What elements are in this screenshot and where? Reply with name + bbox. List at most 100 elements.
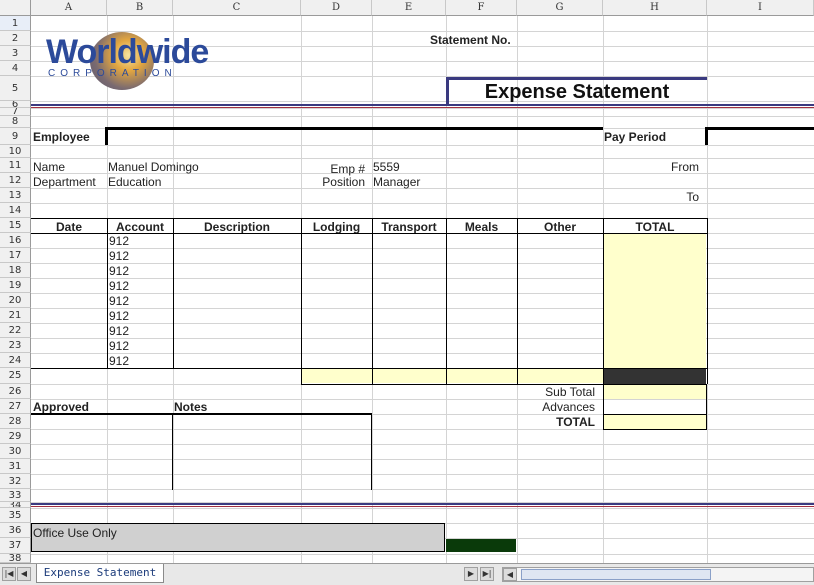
column-header-h[interactable]: H: [603, 0, 707, 16]
emp-number-value[interactable]: 5559: [373, 160, 400, 174]
column-header-f[interactable]: F: [446, 0, 517, 16]
row-header-36[interactable]: 36: [0, 523, 31, 538]
table-header-other: Other: [543, 220, 576, 234]
column-header-g[interactable]: G: [517, 0, 603, 16]
row-header-18[interactable]: 18: [0, 263, 31, 278]
last-sheet-button[interactable]: ▶|: [480, 567, 494, 581]
horizontal-scrollbar[interactable]: ◀: [502, 567, 814, 582]
column-header-b[interactable]: B: [107, 0, 173, 16]
emp-number-label: Emp #: [330, 162, 365, 176]
next-sheet-button[interactable]: ▶: [464, 567, 478, 581]
row-header-24[interactable]: 24: [0, 353, 31, 368]
office-use-green-cell[interactable]: [446, 539, 516, 552]
account-cell[interactable]: 912: [109, 294, 129, 308]
gridline-horizontal: [31, 116, 814, 117]
column-header-c[interactable]: C: [173, 0, 301, 16]
name-label: Name: [33, 160, 66, 174]
total-column-fill[interactable]: [604, 234, 706, 368]
column-subtotal-cell[interactable]: [302, 369, 372, 383]
account-cell[interactable]: 912: [109, 249, 129, 263]
prev-sheet-button[interactable]: ◀: [17, 567, 31, 581]
column-header-e[interactable]: E: [372, 0, 446, 16]
department-value[interactable]: Education: [108, 175, 161, 189]
table-column-border: [517, 218, 518, 384]
position-value[interactable]: Manager: [373, 175, 420, 189]
account-cell[interactable]: 912: [109, 234, 129, 248]
table-column-border: [603, 218, 604, 384]
row-header-11[interactable]: 11: [0, 158, 31, 173]
column-subtotal-cell[interactable]: [518, 369, 603, 383]
row-header-8[interactable]: 8: [0, 116, 31, 128]
scrollbar-thumb[interactable]: [521, 569, 711, 580]
row-header-23[interactable]: 23: [0, 338, 31, 353]
row-header-3[interactable]: 3: [0, 46, 31, 61]
subtotal-label: Sub Total: [545, 385, 595, 399]
total-label: TOTAL: [556, 415, 595, 429]
table-column-border: [301, 218, 302, 384]
company-logo: Worldwide CORPORATION: [40, 30, 209, 92]
row-header-6[interactable]: 6: [0, 101, 31, 108]
row-header-31[interactable]: 31: [0, 459, 31, 474]
account-cell[interactable]: 912: [109, 339, 129, 353]
row-header-5[interactable]: 5: [0, 76, 31, 101]
row-header-33[interactable]: 33: [0, 489, 31, 502]
select-all-corner[interactable]: [0, 0, 31, 16]
table-column-border: [707, 218, 708, 384]
row-header-30[interactable]: 30: [0, 444, 31, 459]
row-header-14[interactable]: 14: [0, 203, 31, 218]
sheet-tab-expense-statement[interactable]: Expense Statement: [36, 564, 164, 583]
column-header-i[interactable]: I: [707, 0, 814, 16]
spreadsheet-grid[interactable]: ABCDEFGHI 1 2 3 4 5 6 7 8 9 10 11 12 13 14 15 16 17 18 19 2…: [0, 0, 814, 563]
account-cell[interactable]: 912: [109, 309, 129, 323]
row-header-37[interactable]: 37: [0, 538, 31, 554]
row-header-22[interactable]: 22: [0, 323, 31, 338]
row-header-7[interactable]: 7: [0, 108, 31, 116]
row-header-21[interactable]: 21: [0, 308, 31, 323]
row-header-16[interactable]: 16: [0, 233, 31, 248]
office-use-label: Office Use Only: [33, 526, 117, 540]
column-subtotal-cell[interactable]: [447, 369, 517, 383]
row-header-2[interactable]: 2: [0, 31, 31, 46]
gridline-horizontal: [31, 158, 814, 159]
row-header-15[interactable]: 15: [0, 218, 31, 233]
first-sheet-button[interactable]: |◀: [2, 567, 16, 581]
row-header-4[interactable]: 4: [0, 61, 31, 76]
pay-period-line: [707, 127, 814, 130]
account-cell[interactable]: 912: [109, 354, 129, 368]
employee-label: Employee: [33, 130, 90, 144]
row-header-25[interactable]: 25: [0, 368, 31, 384]
scroll-left-icon[interactable]: ◀: [503, 568, 517, 581]
column-header-a[interactable]: A: [31, 0, 107, 16]
column-subtotal-cell[interactable]: [373, 369, 446, 383]
row-header-12[interactable]: 12: [0, 173, 31, 188]
row-header-17[interactable]: 17: [0, 248, 31, 263]
table-column-border: [372, 218, 373, 384]
row-header-35[interactable]: 35: [0, 508, 31, 523]
footer-divider-accent: [31, 506, 814, 507]
account-cell[interactable]: 912: [109, 264, 129, 278]
row-header-27[interactable]: 27: [0, 399, 31, 414]
row-header-13[interactable]: 13: [0, 188, 31, 203]
footer-divider: [31, 503, 814, 505]
row-header-38[interactable]: 38: [0, 554, 31, 563]
pay-period-label: Pay Period: [604, 130, 667, 144]
row-header-1[interactable]: 1: [0, 16, 31, 31]
account-cell[interactable]: 912: [109, 279, 129, 293]
table-header-lodging: Lodging: [312, 220, 361, 234]
row-header-32[interactable]: 32: [0, 474, 31, 489]
row-header-20[interactable]: 20: [0, 293, 31, 308]
row-header-10[interactable]: 10: [0, 145, 31, 158]
account-cell[interactable]: 912: [109, 324, 129, 338]
row-header-26[interactable]: 26: [0, 384, 31, 399]
grand-subtotal-cell[interactable]: [604, 369, 706, 384]
table-column-border: [446, 218, 447, 384]
column-header-d[interactable]: D: [301, 0, 372, 16]
name-value[interactable]: Manuel Domingo: [108, 160, 199, 174]
row-header-29[interactable]: 29: [0, 429, 31, 444]
gridline-horizontal: [31, 474, 814, 475]
notes-label: Notes: [174, 400, 208, 414]
employee-line: [107, 127, 603, 130]
row-header-28[interactable]: 28: [0, 414, 31, 429]
row-header-9[interactable]: 9: [0, 128, 31, 145]
row-header-19[interactable]: 19: [0, 278, 31, 293]
